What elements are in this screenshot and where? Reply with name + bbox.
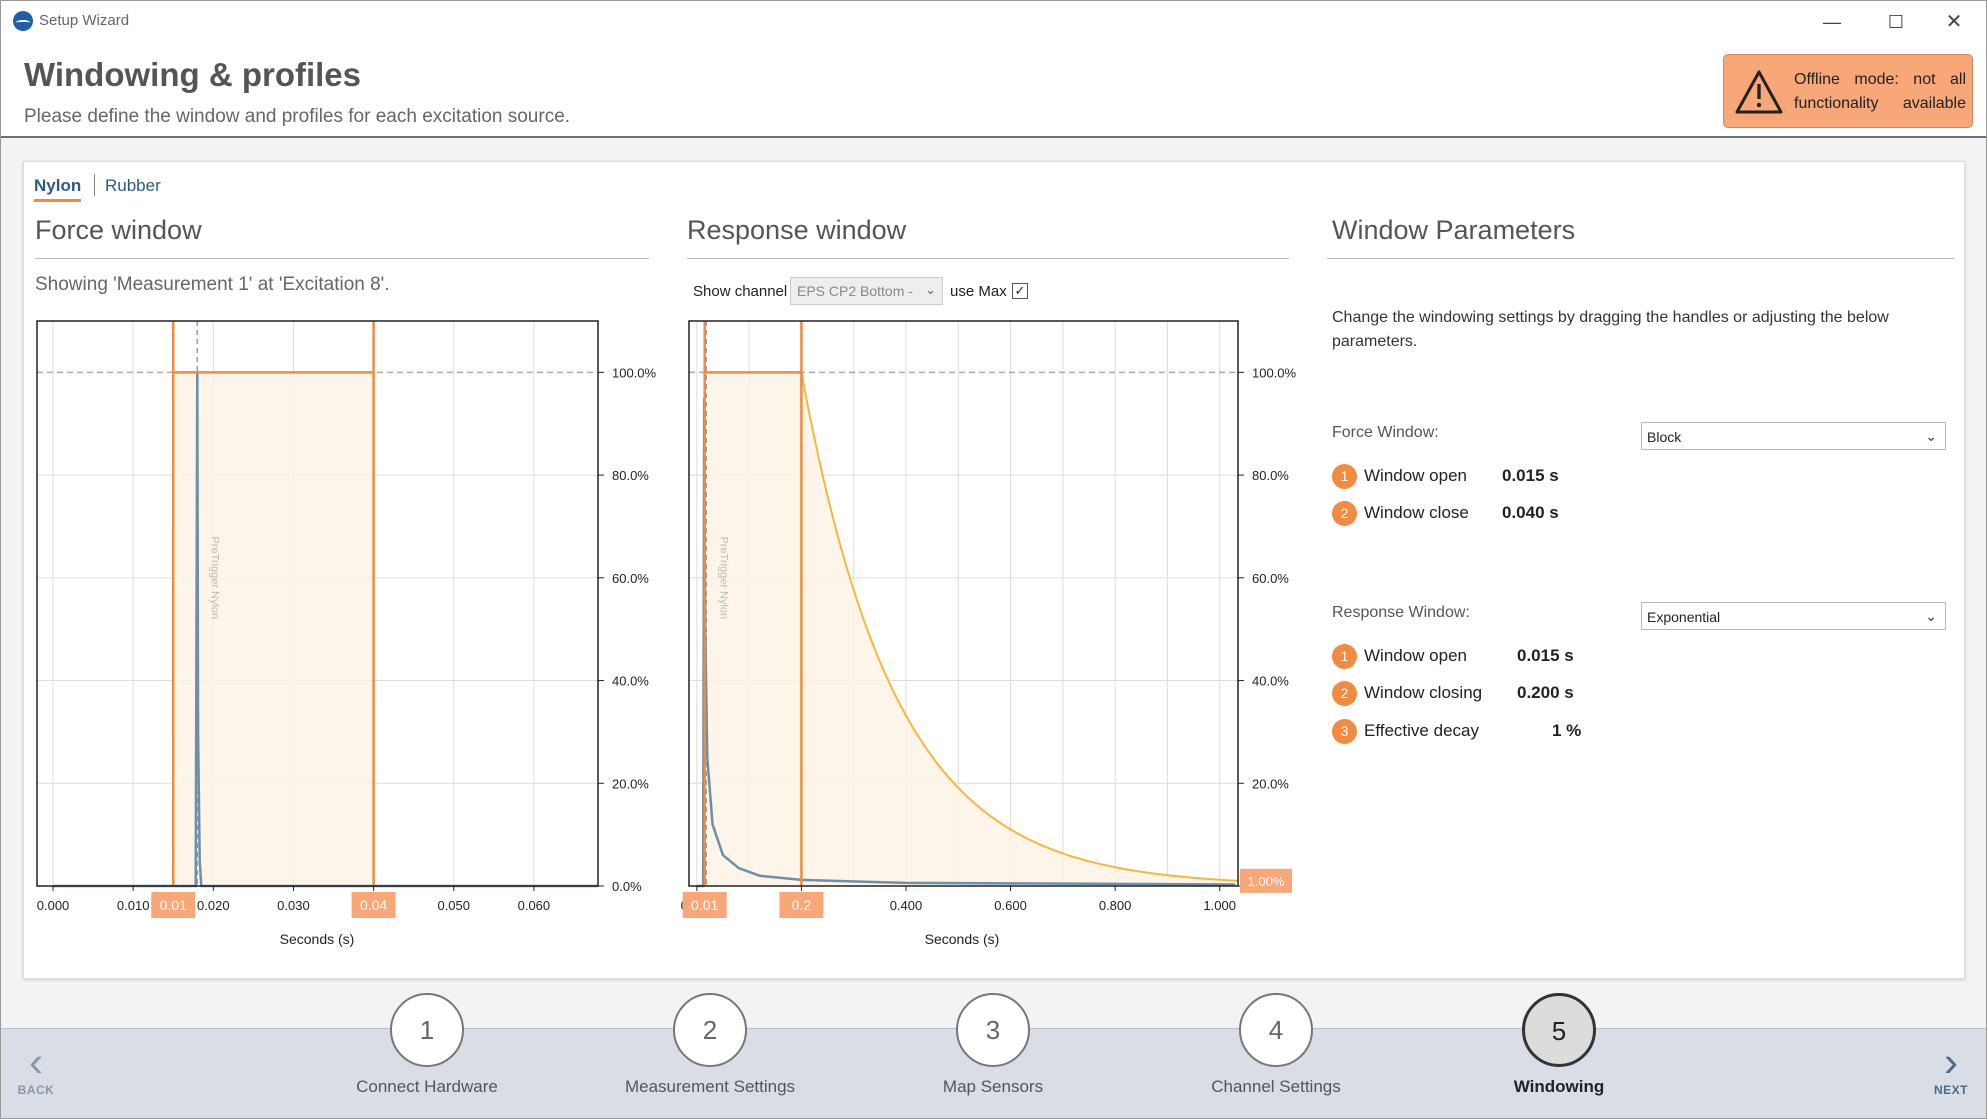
chevron-right-icon: › — [1944, 1038, 1958, 1085]
y-tick-label: 40.0% — [612, 674, 649, 689]
fc-open-handle-label: 0.01 — [160, 897, 187, 913]
step-number: 1 — [390, 993, 464, 1067]
step-label: Map Sensors — [942, 1077, 1044, 1096]
next-button[interactable]: › NEXT — [1921, 1041, 1981, 1101]
channel-select[interactable]: EPS CP2 Bottom - ⌄ — [790, 277, 943, 305]
response-decay-marker: 3 — [1332, 719, 1357, 744]
wizard-step-windowing[interactable]: 5 Windowing — [1429, 993, 1689, 1113]
response-window-type-value: Exponential — [1647, 609, 1721, 625]
step-label: Connect Hardware — [356, 1077, 498, 1096]
step-number: 5 — [1522, 993, 1596, 1067]
window-parameters-rule — [1327, 258, 1954, 259]
channel-select-value: EPS CP2 Bottom - — [797, 283, 913, 299]
force-close-label: Window close — [1364, 503, 1469, 522]
setup-wizard-window: Setup Wizard — ☐ ✕ Windowing & profiles … — [0, 0, 1987, 1119]
response-window-title: Response window — [687, 215, 907, 245]
x-tick-label: 0.020 — [197, 898, 230, 913]
back-button[interactable]: ‹ BACK — [6, 1041, 66, 1101]
step-label: Windowing — [1513, 1077, 1605, 1096]
force-window-chart[interactable]: PreTrigger Nylon 0.0% 20.0% 40.0% 60.0% 80.0… — [1, 1, 1987, 1119]
wizard-step-measurement-settings[interactable]: 2 Measurement Settings — [580, 993, 840, 1113]
y-tick-label: 0.0% — [612, 879, 642, 894]
force-window-fill — [173, 372, 374, 886]
response-window-type-select[interactable]: Exponential ⌄ — [1641, 602, 1946, 630]
step-number: 4 — [1239, 993, 1313, 1067]
force-x-axis-label: Seconds (s) — [280, 931, 355, 947]
response-open-label: Window open — [1364, 646, 1468, 665]
force-close-marker: 2 — [1332, 501, 1357, 526]
force-open-marker: 1 — [1332, 464, 1357, 489]
parameters-description: Change the windowing settings by draggin… — [1332, 309, 1889, 350]
y-tick-label: 60.0% — [612, 571, 649, 586]
y-tick-label: 20.0% — [612, 776, 649, 791]
next-label: NEXT — [1933, 1083, 1968, 1097]
force-open-label: Window open — [1364, 466, 1468, 485]
show-channel-label: Show channel — [693, 283, 788, 300]
response-decay-value[interactable]: 1 % — [1552, 721, 1581, 741]
step-number: 3 — [956, 993, 1030, 1067]
response-window-rule — [687, 258, 1289, 259]
chevron-down-icon: ⌄ — [1925, 428, 1937, 444]
y-tick-label: 80.0% — [612, 468, 649, 483]
chevron-down-icon: ⌄ — [925, 282, 936, 297]
force-window-heading: Force Window: — [1332, 424, 1439, 441]
response-window-heading: Response Window: — [1332, 604, 1470, 621]
wizard-step-connect-hardware[interactable]: 1 Connect Hardware — [297, 993, 557, 1113]
step-label: Channel Settings — [1211, 1077, 1341, 1096]
x-tick-label: 0.010 — [117, 898, 150, 913]
x-tick-label: 0.030 — [277, 898, 310, 913]
x-tick-label: 0.050 — [437, 898, 470, 913]
wizard-step-map-sensors[interactable]: 3 Map Sensors — [863, 993, 1123, 1113]
step-label: Measurement Settings — [624, 1077, 796, 1096]
window-parameters-title: Window Parameters — [1332, 215, 1576, 245]
response-closing-label: Window closing — [1364, 683, 1483, 702]
force-window-type-value: Block — [1647, 429, 1682, 445]
step-number: 2 — [673, 993, 747, 1067]
use-max-checkbox[interactable]: ✓ — [1012, 283, 1028, 299]
force-close-value[interactable]: 0.040 s — [1502, 503, 1559, 523]
x-tick-label: 0.060 — [518, 898, 551, 913]
wizard-step-channel-settings[interactable]: 4 Channel Settings — [1146, 993, 1406, 1113]
y-tick-label: 100.0% — [612, 365, 657, 380]
x-tick-label: 0.000 — [37, 898, 70, 913]
force-open-value[interactable]: 0.015 s — [1502, 466, 1559, 486]
fc-close-handle-label: 0.04 — [360, 897, 387, 913]
response-open-marker: 1 — [1332, 644, 1357, 669]
response-closing-value[interactable]: 0.200 s — [1517, 683, 1574, 703]
chevron-left-icon: ‹ — [29, 1038, 43, 1085]
response-decay-label: Effective decay — [1364, 721, 1479, 740]
force-pretrigger-label: PreTrigger Nylon — [208, 536, 220, 619]
force-window-type-select[interactable]: Block ⌄ — [1641, 422, 1946, 450]
response-open-value[interactable]: 0.015 s — [1517, 646, 1574, 666]
response-closing-marker: 2 — [1332, 681, 1357, 706]
chevron-down-icon: ⌄ — [1925, 608, 1937, 624]
use-max-label: use Max — [950, 283, 1007, 300]
back-label: BACK — [17, 1083, 55, 1097]
